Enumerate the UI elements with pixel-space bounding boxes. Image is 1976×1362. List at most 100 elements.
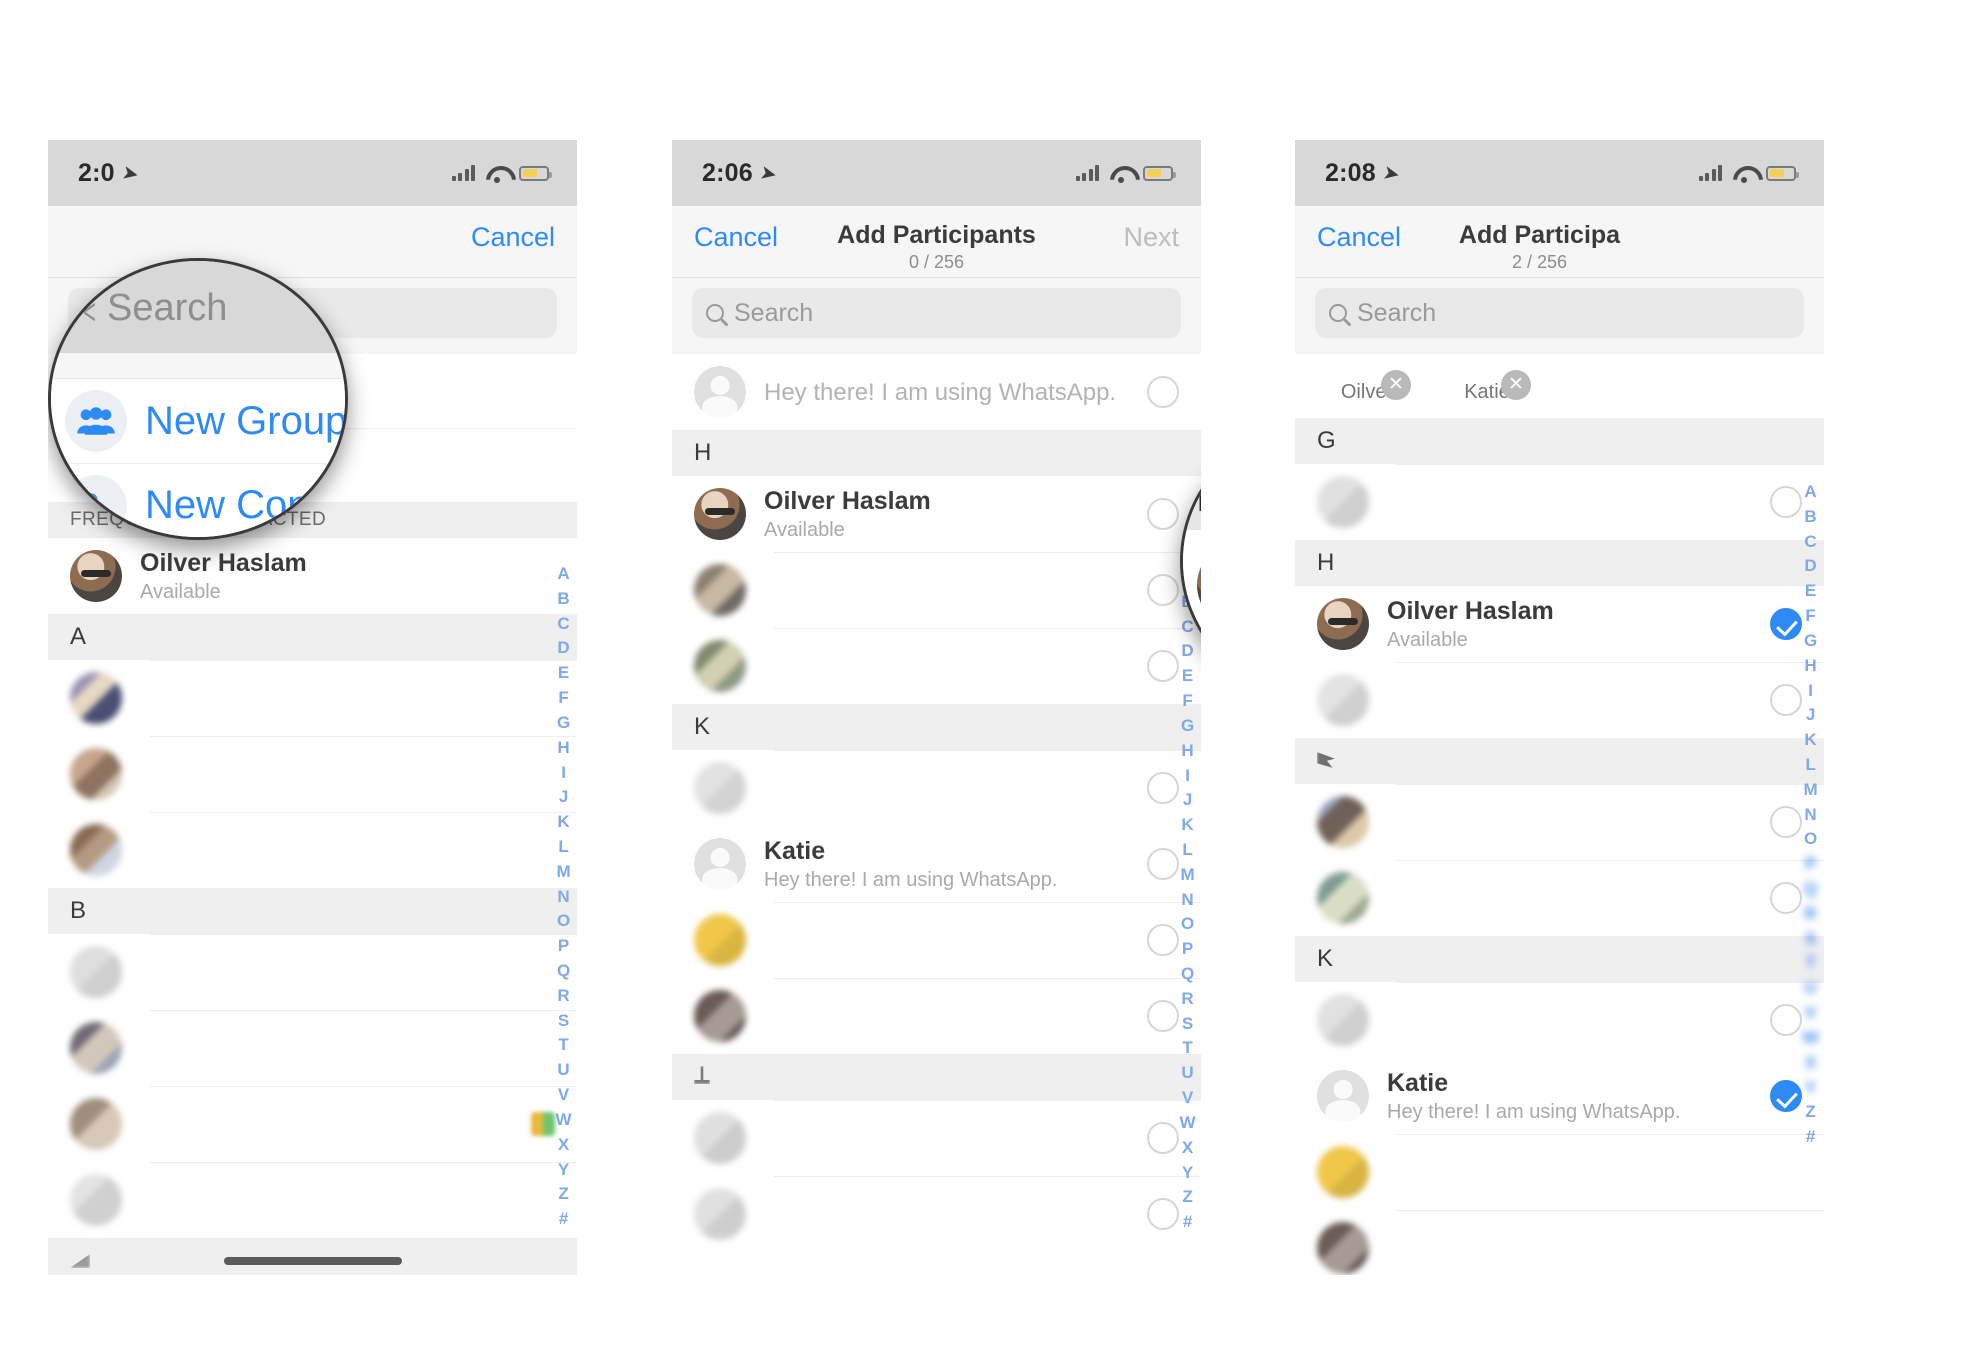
select-checkbox[interactable] xyxy=(1147,772,1179,804)
index-letter-h[interactable]: H xyxy=(557,736,570,761)
index-letter-d[interactable]: D xyxy=(1804,554,1817,579)
index-letter-l[interactable]: L xyxy=(558,835,569,860)
contact-row-oilver[interactable]: Oilver Haslam Available xyxy=(48,538,577,614)
cancel-button[interactable]: Cancel xyxy=(471,220,555,254)
select-checkbox[interactable] xyxy=(1770,684,1802,716)
index-letter-n[interactable]: N xyxy=(1804,803,1817,828)
contact-row-katie[interactable]: Katie Hey there! I am using WhatsApp. xyxy=(672,826,1201,902)
index-letter-y[interactable]: Y xyxy=(1805,1076,1817,1101)
index-letter-n[interactable]: N xyxy=(1181,888,1194,913)
table-row[interactable] xyxy=(672,628,1201,704)
select-checkbox[interactable] xyxy=(1770,1080,1802,1112)
index-letter-u[interactable]: U xyxy=(1181,1061,1194,1086)
index-letter-f[interactable]: F xyxy=(558,686,569,711)
index-letter-d[interactable]: D xyxy=(557,636,570,661)
lens-new-contact-row[interactable]: New Con xyxy=(51,463,345,537)
index-letter-p[interactable]: P xyxy=(1182,937,1194,962)
index-letter-w[interactable]: W xyxy=(1803,1026,1819,1051)
index-letter-i[interactable]: I xyxy=(1185,764,1190,789)
index-letter-g[interactable]: G xyxy=(1804,629,1818,654)
table-row[interactable] xyxy=(672,978,1201,1054)
index-letter-l[interactable]: L xyxy=(1805,753,1816,778)
table-row[interactable] xyxy=(672,1100,1201,1176)
index-letter-hash[interactable]: # xyxy=(559,1207,569,1232)
table-row[interactable] xyxy=(48,1010,577,1086)
index-letter-c[interactable]: C xyxy=(1804,530,1817,555)
index-letter-j[interactable]: J xyxy=(559,785,569,810)
lens-contact-row[interactable]: Oilver Hasl Available xyxy=(1183,530,1201,640)
table-row[interactable] xyxy=(48,1162,577,1238)
index-letter-j[interactable]: J xyxy=(1806,703,1816,728)
table-row[interactable] xyxy=(1295,1134,1824,1210)
table-row[interactable] xyxy=(672,750,1201,826)
index-letter-a[interactable]: A xyxy=(1804,480,1817,505)
index-letter-n[interactable]: N xyxy=(557,885,570,910)
index-letter-r[interactable]: R xyxy=(1804,902,1817,927)
index-letter-f[interactable]: F xyxy=(1805,604,1816,629)
index-letter-m[interactable]: M xyxy=(1803,778,1818,803)
index-letter-a[interactable]: A xyxy=(557,562,570,587)
index-letter-p[interactable]: P xyxy=(558,934,570,959)
index-letter-v[interactable]: V xyxy=(1805,1001,1817,1026)
index-letter-t[interactable]: T xyxy=(1182,1036,1193,1061)
select-checkbox[interactable] xyxy=(1147,848,1179,880)
select-checkbox[interactable] xyxy=(1770,806,1802,838)
index-letter-g[interactable]: G xyxy=(557,711,571,736)
cancel-button[interactable]: Cancel xyxy=(694,220,778,254)
index-letter-u[interactable]: U xyxy=(557,1058,570,1083)
index-letter-x[interactable]: X xyxy=(1182,1136,1194,1161)
close-circle-icon[interactable]: ✕ xyxy=(1381,370,1411,400)
index-letter-h[interactable]: H xyxy=(1804,654,1817,679)
table-row[interactable] xyxy=(1295,982,1824,1058)
select-checkbox[interactable] xyxy=(1147,1198,1179,1230)
index-letter-j[interactable]: J xyxy=(1183,788,1193,813)
table-row[interactable] xyxy=(1295,860,1824,936)
index-letter-i[interactable]: I xyxy=(561,761,566,786)
index-letter-g[interactable]: G xyxy=(1181,714,1195,739)
index-letter-w[interactable]: W xyxy=(556,1108,572,1133)
index-letter-b[interactable]: B xyxy=(1804,505,1817,530)
table-row[interactable] xyxy=(672,552,1201,628)
index-letter-k[interactable]: K xyxy=(557,810,570,835)
index-letter-s[interactable]: S xyxy=(1805,927,1817,952)
table-row[interactable] xyxy=(48,736,577,812)
table-row[interactable] xyxy=(672,1176,1201,1252)
index-letter-s[interactable]: S xyxy=(1182,1012,1194,1037)
table-row[interactable] xyxy=(1295,784,1824,860)
select-checkbox[interactable] xyxy=(1770,1004,1802,1036)
select-checkbox[interactable] xyxy=(1147,574,1179,606)
index-letter-m[interactable]: M xyxy=(556,860,571,885)
index-letter-x[interactable]: X xyxy=(558,1133,570,1158)
select-checkbox[interactable] xyxy=(1770,882,1802,914)
next-button[interactable]: Next xyxy=(1123,220,1179,254)
alphabet-index-1[interactable]: A B C D E F G H I J K L M N O P Q R S T U V W X Y Z # xyxy=(556,562,572,1232)
participant-chip-katie[interactable]: ✕ Katie xyxy=(1445,370,1531,404)
index-letter-t[interactable]: T xyxy=(558,1033,569,1058)
table-row[interactable] xyxy=(1295,662,1824,738)
index-letter-q[interactable]: Q xyxy=(557,959,571,984)
alphabet-index-3[interactable]: A B C D E F G H I J K L M N O P Q R S T U V W X Y Z # xyxy=(1803,480,1819,1150)
select-checkbox[interactable] xyxy=(1147,1122,1179,1154)
select-checkbox[interactable] xyxy=(1770,608,1802,640)
index-letter-r[interactable]: R xyxy=(1181,987,1194,1012)
table-row[interactable] xyxy=(48,1086,577,1162)
select-checkbox[interactable] xyxy=(1770,486,1802,518)
index-letter-q[interactable]: Q xyxy=(1804,877,1818,902)
index-letter-v[interactable]: V xyxy=(558,1083,570,1108)
table-row[interactable] xyxy=(48,660,577,736)
index-letter-v[interactable]: V xyxy=(1182,1086,1194,1111)
close-circle-icon[interactable]: ✕ xyxy=(1501,370,1531,400)
select-checkbox[interactable] xyxy=(1147,498,1179,530)
index-letter-i[interactable]: I xyxy=(1808,679,1813,704)
table-row[interactable] xyxy=(1295,464,1824,540)
index-letter-e[interactable]: E xyxy=(558,661,570,686)
search-input[interactable]: Search xyxy=(1315,288,1804,338)
contact-row-oilver[interactable]: Oilver Haslam Available xyxy=(1295,586,1824,662)
search-input[interactable]: Search xyxy=(692,288,1181,338)
index-letter-o[interactable]: O xyxy=(1181,912,1195,937)
select-checkbox[interactable] xyxy=(1147,650,1179,682)
index-letter-h[interactable]: H xyxy=(1181,739,1194,764)
index-letter-l[interactable]: L xyxy=(1182,838,1193,863)
index-letter-w[interactable]: W xyxy=(1180,1111,1196,1136)
table-row[interactable] xyxy=(672,902,1201,978)
